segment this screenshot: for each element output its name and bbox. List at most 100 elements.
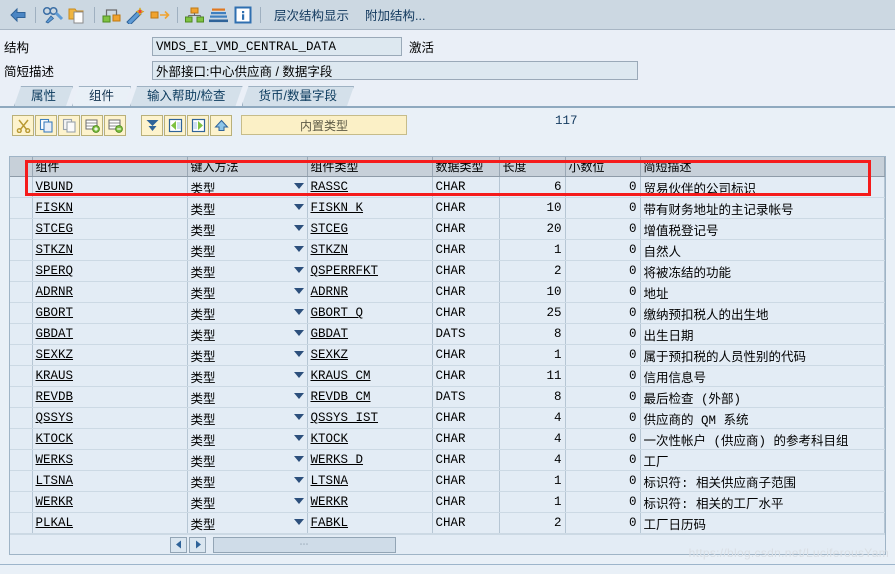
- cell-comp-type[interactable]: GBORT_Q: [307, 302, 433, 324]
- col-header-decimals[interactable]: 小数位: [565, 157, 641, 177]
- cell-component[interactable]: GBDAT: [32, 323, 188, 345]
- cell-component[interactable]: VBUND: [32, 176, 188, 198]
- cell-method[interactable]: 类型: [187, 218, 308, 240]
- component-link[interactable]: LTSNA: [36, 474, 74, 488]
- component-link[interactable]: KTOCK: [36, 432, 74, 446]
- table-row[interactable]: SEXKZ 类型 SEXKZ CHAR 1 0 属于预扣税的人员性别的代码: [10, 344, 885, 366]
- cell-decimals[interactable]: 0: [565, 197, 641, 219]
- chevron-down-icon[interactable]: [293, 477, 304, 483]
- cell-description[interactable]: 一次性帐户 (供应商) 的参考科目组: [640, 428, 885, 450]
- cell-comp-type[interactable]: GBDAT: [307, 323, 433, 345]
- cell-description[interactable]: 自然人: [640, 239, 885, 261]
- cell-comp-type[interactable]: FABKL: [307, 512, 433, 534]
- cell-component[interactable]: REVDB: [32, 386, 188, 408]
- cell-data-type[interactable]: CHAR: [432, 344, 500, 366]
- cell-length[interactable]: 1: [499, 344, 566, 366]
- cell-description[interactable]: 信用信息号: [640, 365, 885, 387]
- cell-description[interactable]: 地址: [640, 281, 885, 303]
- row-selector-cell[interactable]: [10, 344, 33, 366]
- row-selector-cell[interactable]: [10, 428, 33, 450]
- chevron-down-icon[interactable]: [293, 372, 304, 378]
- cell-length[interactable]: 4: [499, 407, 566, 429]
- scroll-thumb[interactable]: ⋯: [213, 536, 396, 553]
- component-link[interactable]: PLKAL: [36, 516, 74, 530]
- chevron-down-icon[interactable]: [293, 435, 304, 441]
- cell-description[interactable]: 缴纳预扣税人的出生地: [640, 302, 885, 324]
- component-type-link[interactable]: GBDAT: [311, 327, 349, 341]
- cell-description[interactable]: 供应商的 QM 系统: [640, 407, 885, 429]
- cell-data-type[interactable]: CHAR: [432, 428, 500, 450]
- component-type-link[interactable]: FISKN_K: [311, 201, 364, 215]
- cell-length[interactable]: 1: [499, 491, 566, 513]
- cell-decimals[interactable]: 0: [565, 239, 641, 261]
- cell-data-type[interactable]: CHAR: [432, 260, 500, 282]
- cell-length[interactable]: 11: [499, 365, 566, 387]
- cell-length[interactable]: 4: [499, 449, 566, 471]
- builtin-type-button[interactable]: 内置类型: [241, 115, 407, 135]
- cell-description[interactable]: 将被冻结的功能: [640, 260, 885, 282]
- cell-length[interactable]: 6: [499, 176, 566, 198]
- table-row[interactable]: SPERQ 类型 QSPERRFKT CHAR 2 0 将被冻结的功能: [10, 260, 885, 282]
- row-selector-cell[interactable]: [10, 218, 33, 240]
- table-row[interactable]: REVDB 类型 REVDB_CM DATS 8 0 最后检查 (外部): [10, 386, 885, 408]
- chevron-down-icon[interactable]: [293, 288, 304, 294]
- chevron-down-icon[interactable]: [293, 246, 304, 252]
- cell-decimals[interactable]: 0: [565, 407, 641, 429]
- scroll-left-button[interactable]: [170, 536, 187, 553]
- tab-currency-quantity[interactable]: 货币/数量字段: [242, 86, 354, 106]
- row-selector-cell[interactable]: [10, 365, 33, 387]
- row-selector-cell[interactable]: [10, 323, 33, 345]
- cell-data-type[interactable]: CHAR: [432, 239, 500, 261]
- cell-data-type[interactable]: CHAR: [432, 218, 500, 240]
- table-row[interactable]: GBORT 类型 GBORT_Q CHAR 25 0 缴纳预扣税人的出生地: [10, 302, 885, 324]
- cell-method[interactable]: 类型: [187, 260, 308, 282]
- cell-description[interactable]: 标识符: 相关供应商子范围: [640, 470, 885, 492]
- chevron-down-icon[interactable]: [293, 267, 304, 273]
- paste-icon[interactable]: [58, 114, 80, 136]
- component-type-link[interactable]: STCEG: [311, 222, 349, 236]
- info-icon[interactable]: [231, 3, 255, 27]
- cell-length[interactable]: 4: [499, 428, 566, 450]
- table-row[interactable]: PLKAL 类型 FABKL CHAR 2 0 工厂日历码: [10, 512, 885, 534]
- col-header-description[interactable]: 简短描述: [640, 157, 885, 177]
- component-type-link[interactable]: RASSC: [311, 180, 349, 194]
- sort-down-icon[interactable]: [141, 114, 163, 136]
- component-type-link[interactable]: STKZN: [311, 243, 349, 257]
- scroll-right-button[interactable]: [189, 536, 206, 553]
- row-selector-cell[interactable]: [10, 302, 33, 324]
- cell-length[interactable]: 10: [499, 197, 566, 219]
- cell-comp-type[interactable]: WERKR: [307, 491, 433, 513]
- cell-comp-type[interactable]: QSSYS_IST: [307, 407, 433, 429]
- cell-decimals[interactable]: 0: [565, 218, 641, 240]
- table-row[interactable]: LTSNA 类型 LTSNA CHAR 1 0 标识符: 相关供应商子范围: [10, 470, 885, 492]
- cell-data-type[interactable]: CHAR: [432, 449, 500, 471]
- where-used-icon[interactable]: [100, 3, 124, 27]
- insert-row-icon[interactable]: [81, 114, 103, 136]
- cell-comp-type[interactable]: LTSNA: [307, 470, 433, 492]
- cell-comp-type[interactable]: REVDB_CM: [307, 386, 433, 408]
- up-arrow-icon[interactable]: [210, 114, 232, 136]
- row-selector-cell[interactable]: [10, 260, 33, 282]
- cell-data-type[interactable]: DATS: [432, 386, 500, 408]
- cell-decimals[interactable]: 0: [565, 365, 641, 387]
- cell-decimals[interactable]: 0: [565, 491, 641, 513]
- col-header-comp-type[interactable]: 组件类型: [307, 157, 433, 177]
- component-link[interactable]: KRAUS: [36, 369, 74, 383]
- cell-method[interactable]: 类型: [187, 176, 308, 198]
- cell-comp-type[interactable]: RASSC: [307, 176, 433, 198]
- cell-description[interactable]: 贸易伙伴的公司标识: [640, 176, 885, 198]
- cell-decimals[interactable]: 0: [565, 176, 641, 198]
- component-type-link[interactable]: LTSNA: [311, 474, 349, 488]
- cell-length[interactable]: 20: [499, 218, 566, 240]
- cell-method[interactable]: 类型: [187, 197, 308, 219]
- cell-description[interactable]: 最后检查 (外部): [640, 386, 885, 408]
- cell-component[interactable]: KRAUS: [32, 365, 188, 387]
- structure-input[interactable]: VMDS_EI_VMD_CENTRAL_DATA: [152, 37, 402, 56]
- chevron-down-icon[interactable]: [293, 393, 304, 399]
- row-selector-cell[interactable]: [10, 239, 33, 261]
- cell-component[interactable]: QSSYS: [32, 407, 188, 429]
- table-row[interactable]: KRAUS 类型 KRAUS_CM CHAR 11 0 信用信息号: [10, 365, 885, 387]
- cell-data-type[interactable]: DATS: [432, 323, 500, 345]
- row-selector-cell[interactable]: [10, 281, 33, 303]
- cell-comp-type[interactable]: SEXKZ: [307, 344, 433, 366]
